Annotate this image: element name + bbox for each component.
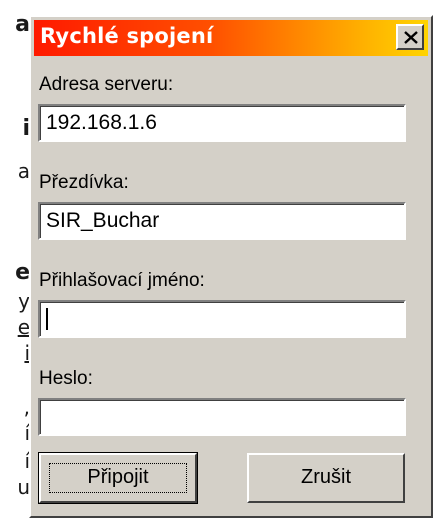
connect-button[interactable]: Připojit [38, 452, 198, 504]
background-text-fragment: í [24, 449, 30, 473]
quick-connect-dialog: Rychlé spojení Adresa serveru: 192.168.1… [29, 15, 433, 518]
background-text-fragment: e [15, 260, 30, 285]
login-name-input[interactable] [38, 300, 406, 338]
background-text-fragment: y [18, 289, 30, 313]
background-link-fragment[interactable]: e [0, 316, 30, 338]
background-text-fragment: , [23, 395, 30, 419]
cancel-button[interactable]: Zrušit [247, 453, 405, 503]
dialog-titlebar[interactable]: Rychlé spojení [34, 20, 428, 56]
password-label: Heslo: [39, 368, 93, 389]
background-text-fragment: a [15, 12, 30, 37]
background-text-fragment: u [17, 475, 30, 499]
background-text-fragment: a [17, 159, 30, 183]
background-link-fragment[interactable]: i [0, 342, 30, 364]
nickname-input[interactable]: SIR_Buchar [38, 202, 406, 240]
login-name-label: Přihlašovací jméno: [39, 270, 205, 291]
focus-rectangle [49, 463, 187, 493]
server-address-input[interactable]: 192.168.1.6 [38, 104, 406, 142]
close-icon [404, 31, 418, 44]
close-button[interactable] [396, 24, 424, 50]
server-address-label: Adresa serveru: [39, 74, 174, 95]
background-page: a i a e y e i , í í u [0, 0, 30, 522]
text-caret [46, 308, 48, 330]
nickname-label: Přezdívka: [39, 172, 129, 193]
dialog-title: Rychlé spojení [40, 24, 214, 48]
background-text-fragment: í [24, 421, 30, 445]
cancel-button-label: Zrušit [301, 466, 351, 488]
background-text-fragment: i [22, 116, 30, 141]
password-input[interactable] [38, 398, 406, 436]
